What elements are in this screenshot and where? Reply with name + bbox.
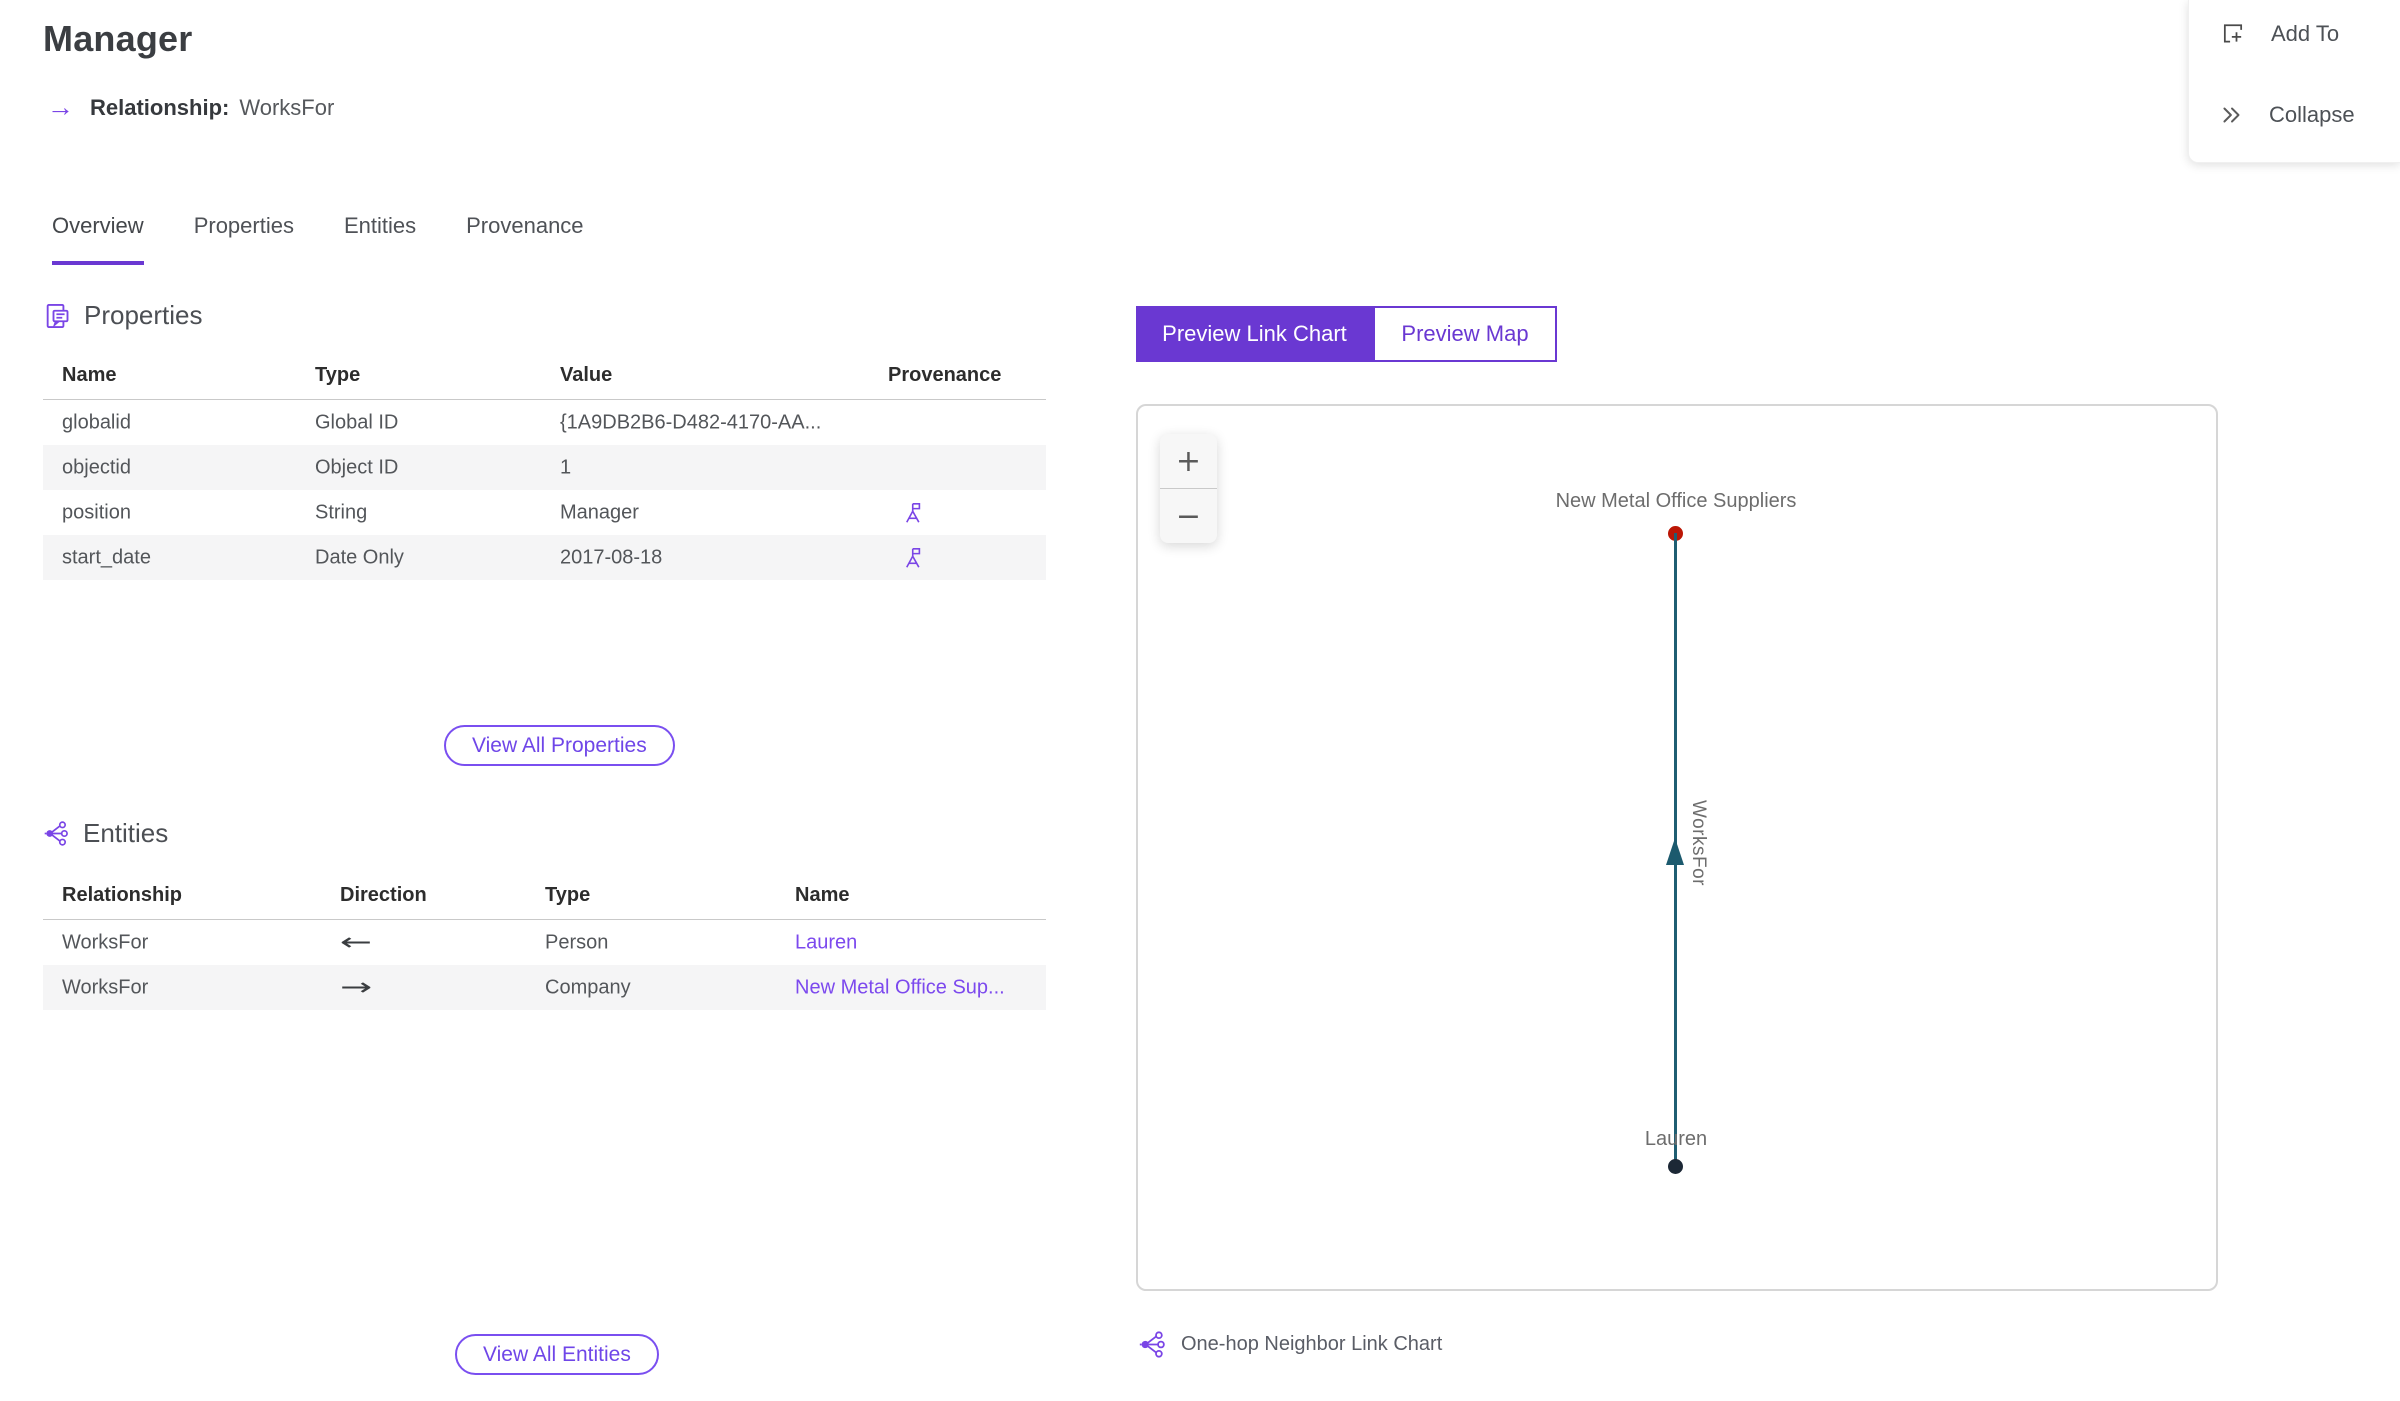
- col-header-type: Type: [315, 364, 361, 386]
- properties-icon: [43, 302, 71, 330]
- entity-name-link[interactable]: Lauren: [795, 931, 857, 954]
- table-row: globalid Global ID {1A9DB2B6-D482-4170-A…: [43, 400, 1046, 445]
- preview-map-tab[interactable]: Preview Map: [1373, 306, 1557, 362]
- property-type: Object ID: [315, 456, 399, 478]
- properties-table-header: Name Type Value Provenance: [43, 358, 1046, 400]
- col-header-type: Type: [545, 884, 591, 906]
- entities-graph-icon: [43, 820, 70, 847]
- node-label-company: New Metal Office Suppliers: [1555, 490, 1797, 512]
- property-value: Manager: [560, 501, 639, 523]
- table-row: WorksFor ← Person Lauren: [43, 920, 1046, 965]
- preview-link-chart-tab[interactable]: Preview Link Chart: [1136, 306, 1373, 362]
- entities-heading-label: Entities: [83, 818, 169, 848]
- link-chart-canvas[interactable]: + − New Metal Office Suppliers WorksFor …: [1136, 404, 2218, 1291]
- one-hop-graph-icon: [1138, 1330, 1167, 1359]
- properties-table: Name Type Value Provenance globalid Glob…: [43, 358, 1046, 580]
- entities-table: Relationship Direction Type Name WorksFo…: [43, 873, 1046, 1010]
- chart-caption-label: One-hop Neighbor Link Chart: [1181, 1333, 1443, 1355]
- entities-table-header: Relationship Direction Type Name: [43, 873, 1046, 920]
- table-row: position String Manager: [43, 490, 1046, 535]
- tab-overview[interactable]: Overview: [52, 213, 144, 265]
- tab-properties[interactable]: Properties: [194, 213, 294, 265]
- node-person[interactable]: [1668, 1159, 1683, 1174]
- edge-label: WorksFor: [1688, 800, 1709, 886]
- property-value: 1: [560, 456, 572, 478]
- double-chevron-right-icon: [2219, 102, 2245, 128]
- property-type: Date Only: [315, 546, 404, 568]
- table-row: WorksFor → Company New Metal Office Sup.…: [43, 965, 1046, 1010]
- view-all-entities-button[interactable]: View All Entities: [455, 1334, 659, 1375]
- direction-left-arrow-icon: ←: [340, 927, 373, 956]
- entity-name-link[interactable]: New Metal Office Sup...: [795, 976, 1005, 999]
- provenance-flag-icon[interactable]: [901, 501, 924, 524]
- col-header-name: Name: [62, 364, 117, 386]
- col-header-name: Name: [795, 884, 850, 906]
- breadcrumb: → Relationship: WorksFor: [47, 94, 334, 121]
- entity-relationship: WorksFor: [62, 931, 149, 953]
- entity-type: Person: [545, 931, 609, 953]
- table-row: objectid Object ID 1: [43, 445, 1046, 490]
- provenance-flag-icon[interactable]: [901, 546, 924, 569]
- relationship-label: Relationship:: [90, 94, 230, 120]
- table-row: start_date Date Only 2017-08-18: [43, 535, 1046, 580]
- property-name: globalid: [62, 411, 131, 433]
- action-card: Add To Collapse: [2188, 0, 2400, 163]
- add-to-icon: [2219, 20, 2247, 48]
- property-name: position: [62, 501, 131, 523]
- page-title: Manager: [43, 18, 193, 59]
- collapse-label: Collapse: [2269, 102, 2355, 127]
- col-header-relationship: Relationship: [62, 884, 183, 906]
- col-header-provenance: Provenance: [888, 364, 1002, 386]
- col-header-value: Value: [560, 364, 613, 386]
- tab-provenance[interactable]: Provenance: [466, 213, 583, 265]
- properties-heading-label: Properties: [84, 300, 203, 330]
- property-type: String: [315, 501, 368, 523]
- property-value: 2017-08-18: [560, 546, 663, 568]
- tab-entities[interactable]: Entities: [344, 213, 416, 265]
- add-to-label: Add To: [2271, 21, 2340, 46]
- tab-bar: Overview Properties Entities Provenance: [52, 213, 584, 265]
- relationship-value: WorksFor: [239, 94, 335, 120]
- chart-caption: One-hop Neighbor Link Chart: [1138, 1330, 1442, 1359]
- zoom-out-button[interactable]: −: [1160, 489, 1217, 543]
- col-header-direction: Direction: [340, 884, 427, 906]
- properties-section-heading: Properties: [43, 300, 203, 331]
- edge-arrowhead-icon: [1666, 838, 1684, 865]
- property-name: objectid: [62, 456, 131, 478]
- direction-right-arrow-icon: →: [340, 972, 373, 1001]
- zoom-control: + −: [1160, 434, 1217, 543]
- property-type: Global ID: [315, 411, 399, 433]
- add-to-button[interactable]: Add To: [2219, 20, 2339, 48]
- zoom-in-button[interactable]: +: [1160, 434, 1217, 488]
- entity-relationship: WorksFor: [62, 976, 149, 998]
- entity-type: Company: [545, 976, 631, 998]
- property-value: {1A9DB2B6-D482-4170-AA...: [560, 411, 822, 433]
- node-label-person: Lauren: [1644, 1128, 1708, 1150]
- relationship-arrow-icon: →: [47, 92, 74, 122]
- entities-section-heading: Entities: [43, 818, 168, 849]
- view-all-properties-button[interactable]: View All Properties: [444, 725, 675, 766]
- collapse-button[interactable]: Collapse: [2219, 102, 2355, 128]
- preview-toggle: Preview Link Chart Preview Map: [1136, 306, 1557, 362]
- property-name: start_date: [62, 546, 151, 568]
